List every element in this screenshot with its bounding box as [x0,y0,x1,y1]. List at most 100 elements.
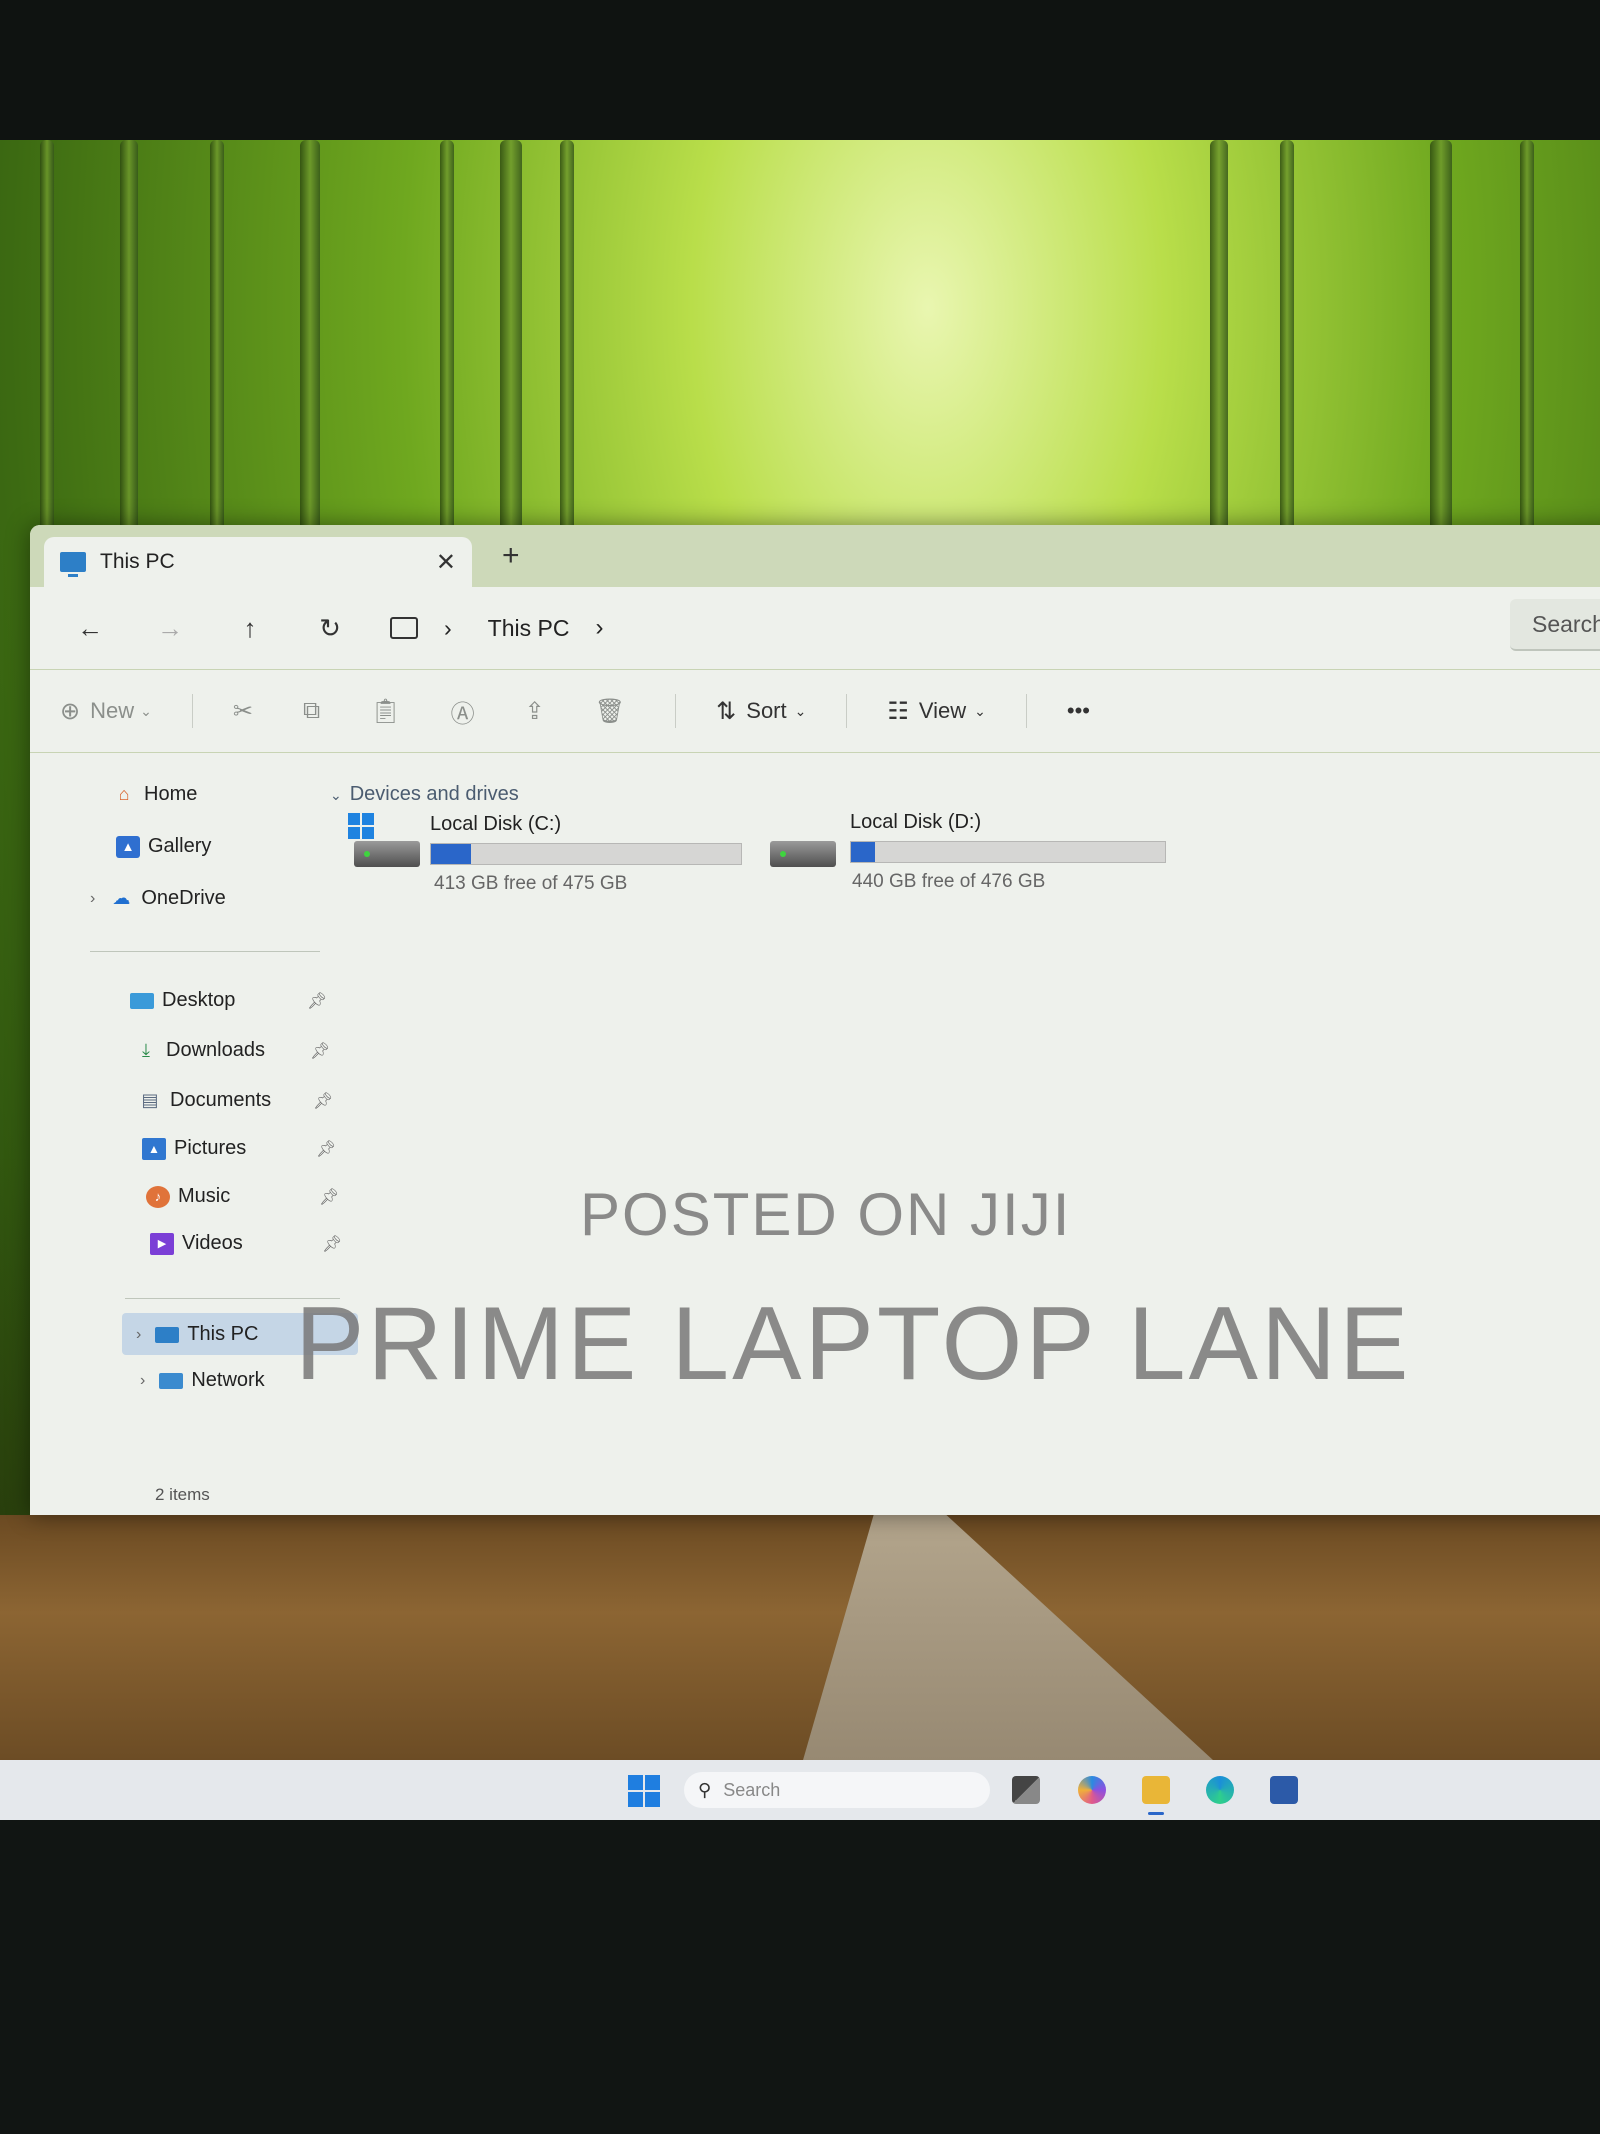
monitor-icon [390,617,418,639]
sidebar-item-music[interactable]: ♪ Music [146,1185,230,1208]
music-icon: ♪ [146,1185,170,1208]
sidebar-item-label: Pictures [174,1137,247,1159]
breadcrumb-chevron-icon[interactable]: › [595,614,603,642]
tab-title: This PC [100,550,175,573]
new-label: New [90,698,135,723]
forward-button[interactable]: → [130,613,210,644]
share-button[interactable]: ⇪ [525,697,555,726]
taskbar-search-placeholder: Search [723,1779,781,1800]
address-bar[interactable]: › This PC › [390,614,629,642]
sidebar-item-label: Documents [170,1089,272,1111]
sidebar-item-desktop[interactable]: Desktop [130,989,235,1012]
sidebar-item-label: This PC [187,1323,259,1345]
divider [675,694,677,728]
home-icon: ⌂ [118,784,130,804]
sort-button[interactable]: ⇅ Sort ⌄ [716,697,806,726]
documents-icon: ▤ [141,1090,159,1110]
store-icon[interactable] [1270,1776,1298,1804]
new-tab-button[interactable]: + [502,539,520,573]
sidebar-item-network[interactable]: › Network [140,1369,265,1392]
breadcrumb-this-pc[interactable]: This PC [488,615,570,642]
videos-icon: ▶ [150,1232,174,1255]
chevron-down-icon: ⌄ [140,702,152,719]
drive-free-space: 440 GB free of 476 GB [852,871,1046,892]
onedrive-icon: ☁ [112,888,131,908]
drive-usage-bar [430,843,742,865]
edge-icon[interactable] [1206,1776,1234,1804]
refresh-button[interactable]: ↻ [290,613,370,644]
address-chevron-icon[interactable]: › [444,615,452,642]
copy-icon: ⧉ [302,697,321,724]
pictures-icon: ▲ [142,1137,166,1160]
start-button[interactable] [628,1775,660,1807]
section-devices-and-drives[interactable]: ⌄ Devices and drives [330,783,519,806]
up-button[interactable]: ↑ [210,613,290,644]
drive-name: Local Disk (D:) [850,811,982,833]
paste-button[interactable]: 📋︎ [370,697,410,726]
cut-button[interactable]: ✂ [233,697,263,726]
task-view-icon[interactable] [1012,1776,1040,1804]
sort-label: Sort [746,698,787,723]
navigation-bar: ← → ↑ ↻ › This PC › Search [30,587,1600,670]
sidebar-item-home[interactable]: ⌂ Home [112,783,198,806]
sidebar-item-documents[interactable]: ▤ Documents [138,1089,271,1112]
sidebar-item-onedrive[interactable]: › ☁ OneDrive [90,887,226,910]
taskbar-search-input[interactable]: ⚲ Search [684,1772,990,1808]
downloads-icon: ⤓ [142,1040,150,1060]
pin-icon[interactable]: 📌︎ [310,1041,330,1061]
sidebar-item-label: Network [191,1369,265,1391]
new-button[interactable]: ⊕ New ⌄ [60,697,152,726]
divider [1025,694,1027,728]
tab-this-pc[interactable]: This PC ✕ [44,537,472,587]
file-explorer-icon[interactable] [1142,1776,1170,1804]
hard-drive-icon [770,841,836,867]
taskbar: ⚲ Search [0,1760,1600,1820]
view-label: View [918,698,967,723]
this-pc-icon [60,552,86,577]
pin-icon[interactable]: 📌︎ [307,991,327,1011]
sidebar-item-videos[interactable]: ▶ Videos [150,1232,243,1255]
search-icon: ⚲ [698,1779,712,1800]
drive-name: Local Disk (C:) [430,813,562,835]
gallery-icon: ▲ [116,835,140,858]
chevron-down-icon: ⌄ [974,702,986,719]
view-button[interactable]: ☷ View ⌄ [887,697,986,726]
close-icon[interactable]: ✕ [436,548,456,577]
divider [90,951,320,952]
hard-drive-icon [354,841,420,867]
drive-c[interactable]: Local Disk (C:) 413 GB free of 475 GB [348,813,788,894]
chevron-down-icon: ⌄ [794,702,807,719]
sort-icon: ⇅ [716,697,737,725]
drive-usage-bar [850,841,1166,863]
sidebar-item-this-pc[interactable]: › This PC [136,1323,258,1346]
pin-icon[interactable]: 📌︎ [319,1187,339,1207]
windows-logo-icon [348,813,374,839]
watermark-line-1: POSTED ON JIJI [580,1181,1072,1248]
copilot-icon[interactable] [1078,1776,1106,1804]
pin-icon[interactable]: 📌︎ [316,1139,336,1159]
rename-button[interactable]: Ⓐ [451,694,485,729]
drive-d[interactable]: Local Disk (D:) 440 GB free of 476 GB [770,811,1210,892]
sidebar-item-downloads[interactable]: ⤓ Downloads [134,1039,265,1062]
back-button[interactable]: ← [50,613,130,644]
monitor-bezel [0,1820,1600,2134]
plus-circle-icon: ⊕ [60,697,81,725]
sidebar-item-gallery[interactable]: ▲ Gallery [116,835,211,858]
divider [846,694,848,728]
pin-icon[interactable]: 📌︎ [313,1091,333,1111]
copy-button[interactable]: ⧉ [303,697,330,725]
more-options-button[interactable]: ••• [1067,698,1090,724]
chevron-right-icon[interactable]: › [136,1326,141,1344]
status-bar-item-count: 2 items [155,1485,210,1504]
sidebar-item-label: Gallery [148,835,212,857]
search-placeholder: Search [1532,610,1600,637]
pin-icon[interactable]: 📌︎ [322,1234,342,1254]
chevron-right-icon[interactable]: › [140,1372,145,1390]
sidebar-item-label: Downloads [166,1039,265,1061]
search-input[interactable]: Search [1510,599,1600,651]
view-icon: ☷ [887,697,909,725]
sidebar-item-label: Music [178,1185,231,1207]
chevron-right-icon[interactable]: › [90,890,95,908]
delete-button[interactable]: 🗑︎ [595,697,635,726]
sidebar-item-pictures[interactable]: ▲ Pictures [142,1137,246,1160]
